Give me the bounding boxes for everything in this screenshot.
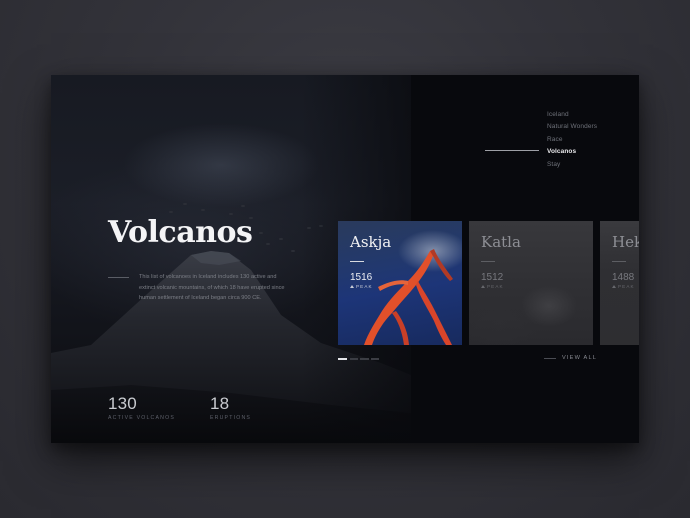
nav-item-volcanos[interactable]: Volcanos: [547, 146, 597, 158]
nav-active-indicator: [485, 150, 539, 151]
nav-item-race[interactable]: Race: [547, 134, 597, 146]
description-divider: [108, 277, 129, 278]
page-description: This list of volcanoes in Iceland includ…: [139, 274, 285, 301]
pager-dot[interactable]: [360, 358, 369, 360]
page-title: Volcanos: [108, 215, 253, 250]
volcano-name: Askja: [350, 233, 392, 251]
volcano-card-askja[interactable]: Askja 1516 PEAK: [338, 221, 462, 345]
bird-mark: [266, 243, 270, 245]
stat-eruptions: 18 ERUPTIONS: [210, 394, 252, 422]
section-nav: Iceland Natural Wonders Race Volcanos St…: [547, 109, 597, 171]
volcano-peak-label: PEAK: [481, 284, 504, 289]
nav-item-stay[interactable]: Stay: [547, 159, 597, 171]
triangle-icon: [612, 285, 616, 288]
bird-mark: [279, 238, 283, 240]
volcano-divider: [612, 261, 626, 262]
nav-item-iceland[interactable]: Iceland: [547, 109, 597, 121]
stat-value: 18: [210, 394, 230, 413]
volcano-peak-label: PEAK: [612, 284, 635, 289]
view-all-divider: [544, 358, 556, 359]
volcano-card-hekla[interactable]: Hekla 1488 PEAK: [600, 221, 639, 345]
volcano-peak: 1516: [350, 272, 373, 283]
bird-mark: [291, 250, 295, 252]
bird-mark: [201, 209, 205, 211]
volcano-peak-label: PEAK: [350, 284, 373, 289]
volcano-divider: [481, 261, 495, 262]
stat-label: ERUPTIONS: [210, 415, 252, 421]
pager-dot[interactable]: [350, 358, 358, 360]
stat-label: ACTIVE VOLCANOS: [108, 415, 176, 421]
bird-mark: [259, 232, 263, 234]
bird-mark: [183, 203, 187, 205]
volcano-name: Hekla: [612, 233, 639, 251]
pager-dot[interactable]: [371, 358, 379, 360]
bird-mark: [169, 211, 173, 213]
triangle-icon: [350, 285, 354, 288]
nav-item-natural-wonders[interactable]: Natural Wonders: [547, 121, 597, 133]
volcano-peak: 1512: [481, 272, 504, 283]
volcano-divider: [350, 261, 364, 262]
view-all-link[interactable]: VIEW ALL: [562, 355, 597, 361]
triangle-icon: [481, 285, 485, 288]
stat-active-volcanos: 130 ACTIVE VOLCANOS: [108, 394, 176, 422]
main-card: Iceland Natural Wonders Race Volcanos St…: [51, 75, 639, 443]
bird-mark: [241, 205, 245, 207]
volcano-peak: 1488: [612, 272, 635, 283]
volcano-name: Katla: [481, 233, 521, 251]
stat-value: 130: [108, 394, 137, 413]
volcano-card-katla[interactable]: Katla 1512 PEAK: [469, 221, 593, 345]
pager-dot[interactable]: [338, 358, 347, 360]
